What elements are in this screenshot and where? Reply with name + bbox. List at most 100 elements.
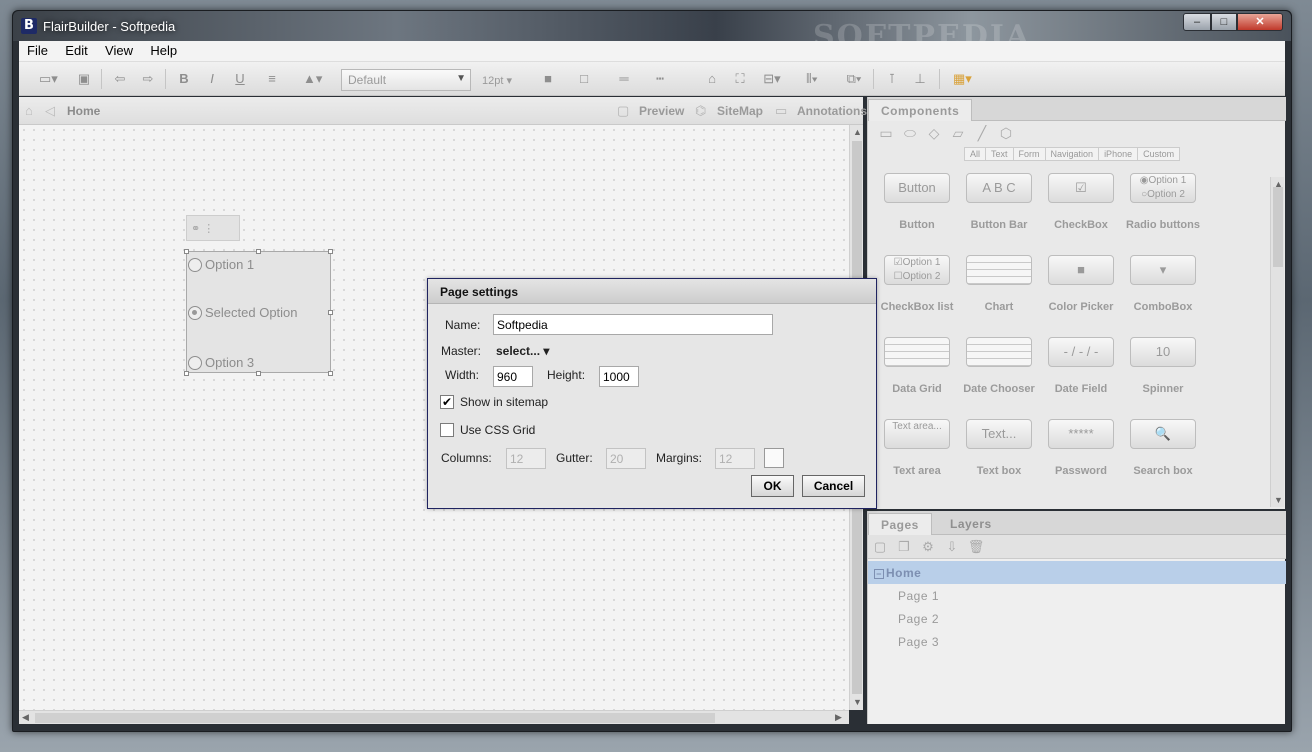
distribute-icon[interactable]: ⫴▾ bbox=[803, 71, 821, 87]
scroll-up-icon[interactable]: ▲ bbox=[853, 127, 862, 137]
component-item[interactable]: 10 Spinner bbox=[1122, 333, 1204, 415]
columns-field[interactable] bbox=[506, 448, 546, 469]
component-item[interactable]: Button Button bbox=[876, 169, 958, 251]
resize-handle[interactable] bbox=[184, 249, 189, 254]
rectangle-icon[interactable]: ▭ bbox=[874, 125, 898, 142]
radio-group-widget[interactable]: Option 1 Selected Option Option 3 bbox=[184, 249, 333, 376]
border-icon[interactable]: □ bbox=[575, 71, 593, 87]
component-item[interactable]: ☑Option 1 ☐Option 2 CheckBox list bbox=[876, 251, 958, 333]
page-settings-icon[interactable]: ⚙ bbox=[916, 539, 940, 555]
use-css-grid-checkbox[interactable] bbox=[440, 423, 454, 437]
text-color-icon[interactable]: ▲▾ bbox=[303, 71, 322, 87]
polygon-icon[interactable]: ⬡ bbox=[994, 125, 1018, 142]
height-field[interactable] bbox=[599, 366, 639, 387]
scroll-right-icon[interactable]: ▶ bbox=[835, 712, 842, 723]
home-icon[interactable]: ⌂ bbox=[25, 103, 33, 118]
sitemap-link[interactable]: SiteMap bbox=[717, 104, 763, 118]
tab-components[interactable]: Components bbox=[868, 99, 973, 121]
scroll-thumb[interactable] bbox=[35, 713, 715, 723]
duplicate-page-icon[interactable]: ❐ bbox=[892, 539, 916, 555]
filter-tab[interactable]: All bbox=[964, 147, 987, 161]
parallelogram-icon[interactable]: ▱ bbox=[946, 125, 970, 142]
filter-tab[interactable]: iPhone bbox=[1098, 147, 1139, 161]
preview-icon[interactable]: ▢ bbox=[617, 103, 629, 119]
preview-link[interactable]: Preview bbox=[639, 104, 684, 118]
breadcrumb[interactable]: Home bbox=[67, 104, 100, 118]
line-style-icon[interactable]: ═ bbox=[615, 71, 633, 87]
scroll-left-icon[interactable]: ◀ bbox=[22, 712, 29, 723]
ellipse-icon[interactable]: ⬭ bbox=[898, 125, 922, 142]
radio-option-3[interactable] bbox=[188, 356, 202, 370]
radio-option-1[interactable] bbox=[188, 258, 202, 272]
save-icon[interactable]: ▣ bbox=[75, 71, 93, 87]
canvas-horizontal-scrollbar[interactable]: ◀ ▶ bbox=[19, 710, 849, 724]
resize-handle[interactable] bbox=[256, 249, 261, 254]
component-item[interactable]: ▾ ComboBox bbox=[1122, 251, 1204, 333]
tab-layers[interactable]: Layers bbox=[938, 513, 1004, 535]
margins-field[interactable] bbox=[715, 448, 755, 469]
tree-item-home[interactable]: − Home bbox=[868, 561, 1286, 584]
annotations-icon[interactable]: ▭ bbox=[775, 103, 787, 119]
master-select[interactable]: select... ▾ bbox=[496, 344, 549, 358]
move-page-icon[interactable]: ⇩ bbox=[940, 539, 964, 555]
grid-color-swatch[interactable] bbox=[764, 448, 784, 468]
title-bar[interactable]: B FlairBuilder - Softpedia SOFTPEDIA – □… bbox=[13, 11, 1291, 54]
component-item[interactable]: ■ Color Picker bbox=[1040, 251, 1122, 333]
delete-page-icon[interactable]: 🗑 bbox=[964, 539, 988, 555]
new-page-icon[interactable]: ▢ bbox=[868, 539, 892, 555]
dialog-title[interactable]: Page settings bbox=[428, 279, 876, 304]
font-size-select[interactable]: 12pt ▾ bbox=[482, 74, 512, 87]
export-icon[interactable]: ▦▾ bbox=[953, 71, 972, 87]
component-item[interactable]: A B C Button Bar bbox=[958, 169, 1040, 251]
line-icon[interactable]: ╱ bbox=[970, 125, 994, 142]
close-button[interactable]: ✕ bbox=[1237, 13, 1283, 31]
tree-item-page[interactable]: Page 2 bbox=[868, 607, 1286, 630]
width-field[interactable] bbox=[493, 366, 533, 387]
annotations-link[interactable]: Annotations bbox=[797, 104, 867, 118]
font-family-select[interactable]: Default ▼ bbox=[341, 69, 471, 91]
open-folder-icon[interactable]: ▭▾ bbox=[39, 71, 58, 87]
filter-tab[interactable]: Form bbox=[1012, 147, 1046, 161]
menu-help[interactable]: Help bbox=[142, 41, 183, 58]
group-icon[interactable]: ⧉▾ bbox=[845, 71, 863, 87]
component-item[interactable]: Text area... Text area bbox=[876, 415, 958, 497]
sitemap-icon[interactable]: ⌬ bbox=[695, 103, 706, 119]
bold-icon[interactable]: B bbox=[175, 71, 193, 87]
filter-tab[interactable]: Navigation bbox=[1044, 147, 1100, 161]
resize-handle[interactable] bbox=[256, 371, 261, 376]
tab-pages[interactable]: Pages bbox=[868, 513, 932, 535]
ok-button[interactable]: OK bbox=[751, 475, 794, 497]
filter-tab[interactable]: Text bbox=[985, 147, 1014, 161]
undo-icon[interactable]: ⇦ bbox=[111, 71, 129, 87]
send-back-icon[interactable]: ⊥ bbox=[911, 71, 929, 87]
redo-icon[interactable]: ⇨ bbox=[139, 71, 157, 87]
diamond-icon[interactable]: ◇ bbox=[922, 125, 946, 142]
align-objects-icon[interactable]: ⊟▾ bbox=[763, 71, 781, 87]
italic-icon[interactable]: I bbox=[203, 71, 221, 87]
lock-icon[interactable]: ⌂ bbox=[703, 71, 721, 87]
maximize-button[interactable]: □ bbox=[1211, 13, 1237, 31]
radio-option-selected[interactable] bbox=[188, 306, 202, 320]
scroll-thumb[interactable] bbox=[1273, 187, 1283, 267]
resize-handle[interactable] bbox=[328, 371, 333, 376]
fill-color-icon[interactable]: ■ bbox=[539, 71, 557, 87]
minimize-button[interactable]: – bbox=[1183, 13, 1211, 31]
component-item[interactable]: ☑ CheckBox bbox=[1040, 169, 1122, 251]
line-width-icon[interactable]: ┅ bbox=[651, 71, 669, 87]
menu-edit[interactable]: Edit bbox=[57, 41, 93, 58]
component-item[interactable]: Data Grid bbox=[876, 333, 958, 415]
component-item[interactable]: Text... Text box bbox=[958, 415, 1040, 497]
component-item[interactable]: 🔍 Search box bbox=[1122, 415, 1204, 497]
scroll-down-icon[interactable]: ▼ bbox=[1274, 495, 1283, 505]
back-icon[interactable]: ◁ bbox=[45, 103, 55, 119]
resize-handle[interactable] bbox=[328, 310, 333, 315]
show-in-sitemap-checkbox[interactable]: ✔ bbox=[440, 395, 454, 409]
components-scrollbar[interactable]: ▲ ▼ bbox=[1270, 177, 1284, 507]
component-item[interactable]: ***** Password bbox=[1040, 415, 1122, 497]
fit-icon[interactable]: ⛶ bbox=[731, 71, 749, 87]
resize-handle[interactable] bbox=[328, 249, 333, 254]
component-item[interactable]: - / - / - Date Field bbox=[1040, 333, 1122, 415]
gutter-field[interactable] bbox=[606, 448, 646, 469]
resize-handle[interactable] bbox=[184, 371, 189, 376]
component-item[interactable]: ◉Option 1 ○Option 2 Radio buttons bbox=[1122, 169, 1204, 251]
